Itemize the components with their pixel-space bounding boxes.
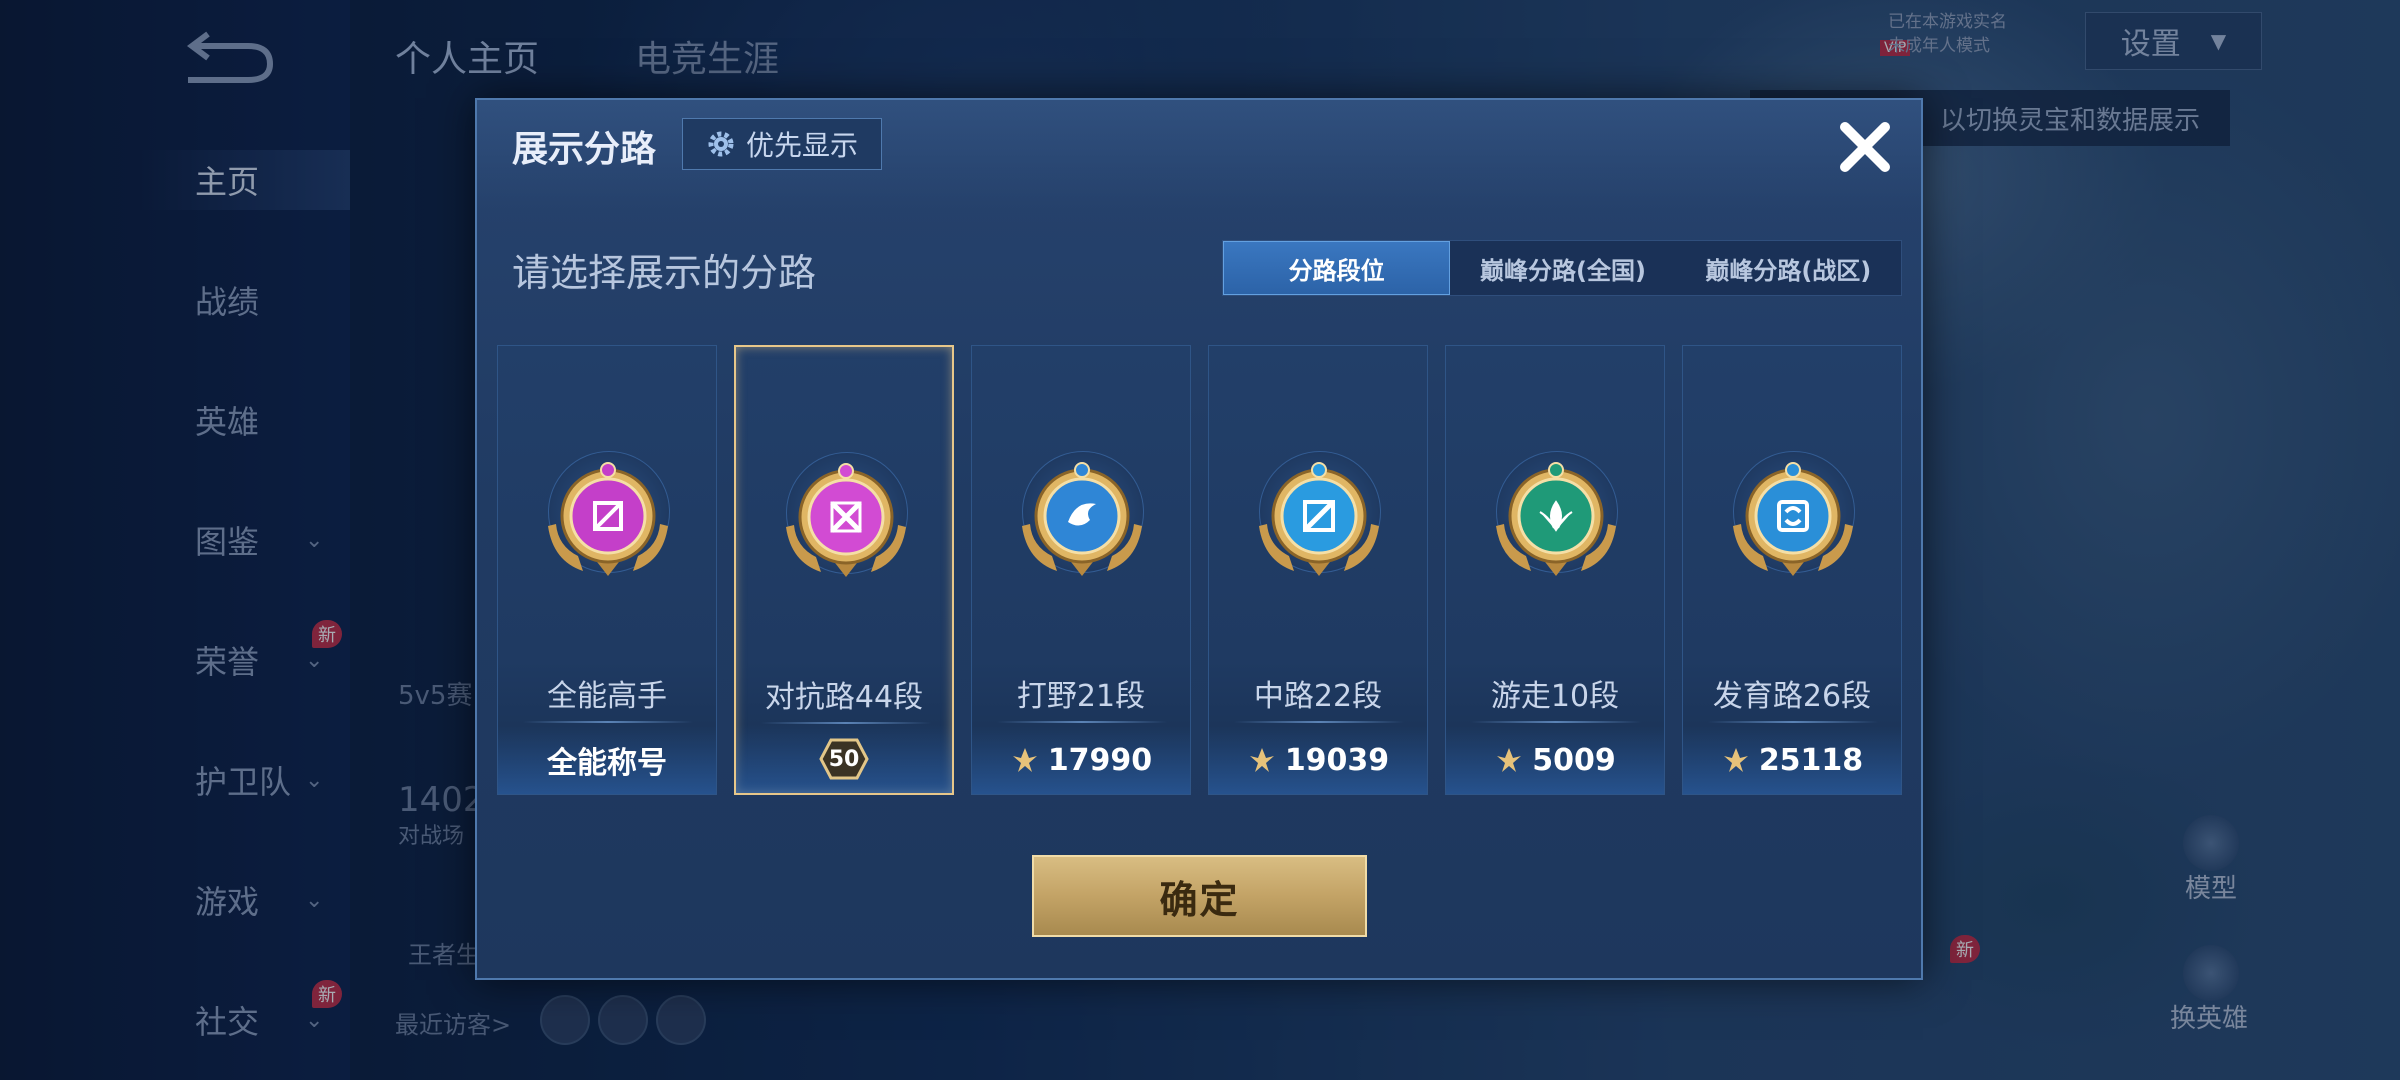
lane-card-footer: 全能称号	[498, 726, 716, 794]
lane-points-icon	[1494, 745, 1524, 775]
close-button[interactable]	[1832, 114, 1898, 180]
star-level-value: 50	[828, 746, 860, 772]
lane-card-footer: 25118	[1683, 726, 1901, 794]
divider	[1234, 721, 1404, 723]
dialog-title: 展示分路	[512, 129, 657, 170]
lane-rank-label: 游走10段	[1490, 679, 1620, 714]
lane-points-value: 17990	[1047, 742, 1153, 778]
lane-rank-label: 中路22段	[1253, 679, 1383, 714]
divider	[1471, 721, 1641, 723]
lane-rank-label: 打野21段	[1016, 679, 1146, 714]
lane-card-footer: 19039	[1209, 726, 1427, 794]
lane-points-value: 5009	[1532, 742, 1616, 778]
confirm-button[interactable]: 确定	[1032, 855, 1367, 937]
priority-display-label: 优先显示	[745, 129, 858, 162]
select-lane-prompt: 请选择展示的分路	[512, 251, 817, 295]
lane-points-value: 25118	[1758, 742, 1864, 778]
lane-card[interactable]: 发育路26段 25118	[1682, 345, 1902, 795]
star-level-badge: 50	[804, 734, 884, 784]
lane-title-value: 全能称号	[547, 746, 667, 781]
roam-icon	[1496, 462, 1616, 576]
jungle-icon	[1022, 462, 1142, 576]
lane-card[interactable]: 打野21段 17990	[971, 345, 1191, 795]
clash-lane-icon	[786, 463, 906, 577]
divider	[997, 721, 1167, 723]
lane-card[interactable]: 对抗路44段 50	[734, 345, 954, 795]
gear-icon	[706, 129, 736, 159]
divider	[523, 721, 693, 723]
lane-rank-label: 全能高手	[547, 679, 667, 714]
lane-card[interactable]: 中路22段 19039	[1208, 345, 1428, 795]
lane-card-list: 全能高手 全能称号 对抗路44段 50 打野21段 17990 中路22段 19039 游走10…	[497, 345, 1905, 800]
lane-points-icon	[1721, 745, 1751, 775]
lane-points-value: 19039	[1284, 742, 1390, 778]
close-icon	[1840, 122, 1890, 172]
segment-peak-region[interactable]: 巅峰分路(战区)	[1676, 241, 1901, 295]
lane-rank-label: 发育路26段	[1712, 679, 1872, 714]
divider	[761, 722, 931, 724]
mid-lane-icon	[1259, 462, 1379, 576]
divider	[1708, 721, 1878, 723]
lane-type-segmented-control: 分路段位 巅峰分路(全国) 巅峰分路(战区)	[1222, 240, 1902, 296]
segment-lane-rank[interactable]: 分路段位	[1223, 241, 1451, 295]
farm-lane-icon	[1733, 462, 1853, 576]
lane-points-icon	[1247, 745, 1277, 775]
lane-card[interactable]: 全能高手 全能称号	[497, 345, 717, 795]
segment-peak-national[interactable]: 巅峰分路(全国)	[1450, 241, 1675, 295]
priority-display-button[interactable]: 优先显示	[682, 118, 882, 170]
lane-rank-label: 对抗路44段	[764, 680, 924, 715]
lane-display-dialog: 展示分路 优先显示 请选择展示的分路 分路段位 巅峰分路(全国) 巅峰分路(战区…	[475, 98, 1923, 980]
allround-icon	[548, 462, 668, 576]
lane-card[interactable]: 游走10段 5009	[1445, 345, 1665, 795]
lane-card-footer: 50	[736, 725, 952, 793]
lane-card-footer: 17990	[972, 726, 1190, 794]
lane-card-footer: 5009	[1446, 726, 1664, 794]
lane-points-icon	[1010, 745, 1040, 775]
